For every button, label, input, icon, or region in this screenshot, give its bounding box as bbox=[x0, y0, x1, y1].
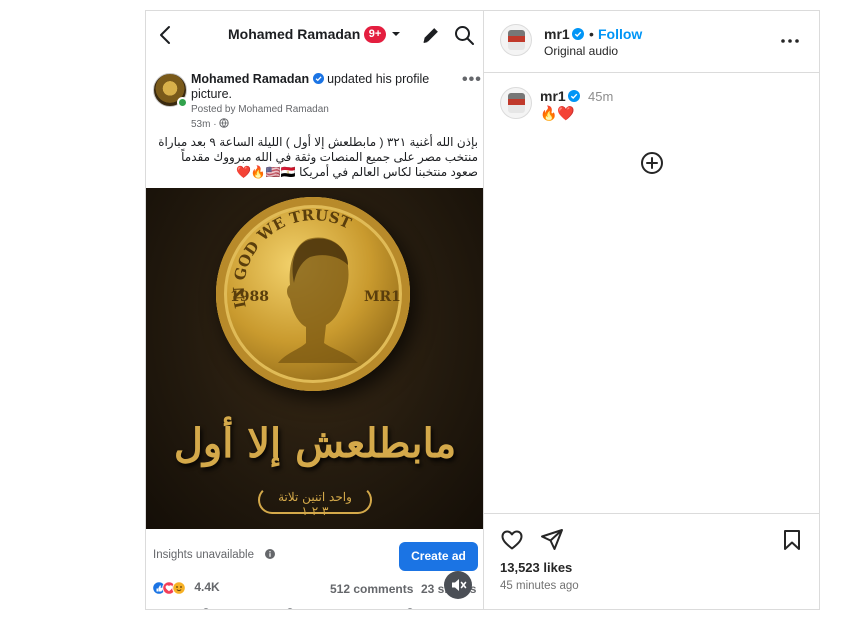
send-icon[interactable] bbox=[540, 527, 564, 551]
reactions-count: 4.4K bbox=[194, 580, 220, 594]
coin-year: 1988 bbox=[230, 289, 269, 305]
ig-post-header: mr1 • Follow Original audio bbox=[484, 11, 819, 73]
post-time: 53m · bbox=[191, 118, 230, 130]
post-author-name[interactable]: Mohamed Ramadan bbox=[191, 72, 309, 86]
insights-text: Insights unavailable bbox=[153, 549, 255, 561]
speaker-muted-icon bbox=[452, 579, 467, 591]
info-icon[interactable] bbox=[265, 549, 276, 559]
author-avatar[interactable] bbox=[153, 73, 188, 108]
facebook-post-panel: Mohamed Ramadan 9+ Mohamed Ramadan updat… bbox=[146, 11, 484, 609]
fb-header: Mohamed Ramadan 9+ bbox=[146, 11, 483, 59]
dot-separator: · bbox=[213, 119, 217, 130]
partial-action-icons bbox=[203, 608, 413, 609]
bookmark-icon[interactable] bbox=[780, 528, 804, 552]
mute-button[interactable] bbox=[444, 571, 472, 599]
more-options-icon[interactable]: ••• bbox=[462, 71, 482, 89]
follow-button[interactable]: Follow bbox=[598, 26, 642, 42]
comment-text: 🔥❤️ bbox=[540, 105, 575, 121]
back-arrow-icon[interactable] bbox=[154, 23, 178, 47]
gold-coin: IN GOD WE TRUST 1988 MR1 bbox=[216, 197, 410, 391]
portrait-relief bbox=[278, 237, 358, 363]
verified-badge-icon bbox=[572, 28, 584, 40]
audio-label[interactable]: Original audio bbox=[544, 44, 618, 58]
image-title-text: مابطلعش إلا أول bbox=[173, 420, 457, 467]
online-status-dot bbox=[177, 97, 188, 108]
verified-badge-icon bbox=[312, 73, 324, 84]
chevron-down-icon[interactable] bbox=[390, 28, 402, 40]
ig-username[interactable]: mr1 bbox=[544, 26, 570, 42]
verified-badge-icon bbox=[568, 90, 580, 102]
avatar-image bbox=[508, 30, 525, 50]
search-icon[interactable] bbox=[452, 23, 476, 47]
globe-icon bbox=[219, 118, 230, 128]
post-image[interactable]: IN GOD WE TRUST 1988 MR1 مابطلعش إلا أول… bbox=[146, 188, 483, 529]
avatar-image bbox=[508, 93, 525, 113]
heart-icon[interactable] bbox=[500, 528, 524, 552]
post-caption: بإذن الله أغنية ٣٢١ ( مابطلعش إلا أول ) … bbox=[158, 135, 478, 179]
dot-separator: • bbox=[589, 26, 594, 42]
coin-monogram: MR1 bbox=[364, 289, 401, 305]
comment-time[interactable]: 45m bbox=[588, 89, 613, 104]
image-subtitle: واحد اتنين تلاتة ٣ ٢ ١ bbox=[258, 486, 372, 518]
page-title[interactable]: Mohamed Ramadan bbox=[228, 26, 360, 42]
comments-count[interactable]: 512 comments bbox=[330, 582, 413, 596]
add-circle-icon[interactable] bbox=[640, 151, 664, 175]
create-ad-button[interactable]: Create ad bbox=[399, 542, 478, 571]
image-subtitle-numbers: ٣ ٢ ١ bbox=[301, 504, 329, 518]
posted-time[interactable]: 45 minutes ago bbox=[500, 580, 579, 592]
post-header: Mohamed Ramadan updated his profile pict… bbox=[146, 67, 483, 131]
ig-action-bar: 13,523 likes 45 minutes ago bbox=[484, 513, 819, 609]
insights-label: Insights unavailable bbox=[153, 549, 276, 561]
post-timestamp[interactable]: 53m bbox=[191, 119, 210, 130]
instagram-panel: mr1 • Follow Original audio mr1 45m 🔥❤️ … bbox=[484, 11, 819, 609]
screenshot-frame: Mohamed Ramadan 9+ Mohamed Ramadan updat… bbox=[145, 10, 820, 610]
pencil-icon[interactable] bbox=[420, 24, 442, 46]
posted-by-text: Posted by Mohamed Ramadan bbox=[191, 104, 329, 115]
image-subtitle-text: واحد اتنين تلاتة bbox=[278, 490, 352, 504]
comment-username[interactable]: mr1 bbox=[540, 88, 566, 104]
notification-badge: 9+ bbox=[364, 26, 386, 43]
post-author-line: Mohamed Ramadan updated his profile pict… bbox=[191, 72, 453, 102]
more-options-icon[interactable] bbox=[780, 33, 800, 49]
avatar[interactable] bbox=[500, 24, 532, 56]
reactions-summary[interactable]: 4.4K bbox=[152, 580, 220, 596]
comment-avatar[interactable] bbox=[500, 87, 532, 119]
reaction-icons bbox=[152, 581, 186, 595]
likes-count[interactable]: 13,523 likes bbox=[500, 560, 572, 575]
